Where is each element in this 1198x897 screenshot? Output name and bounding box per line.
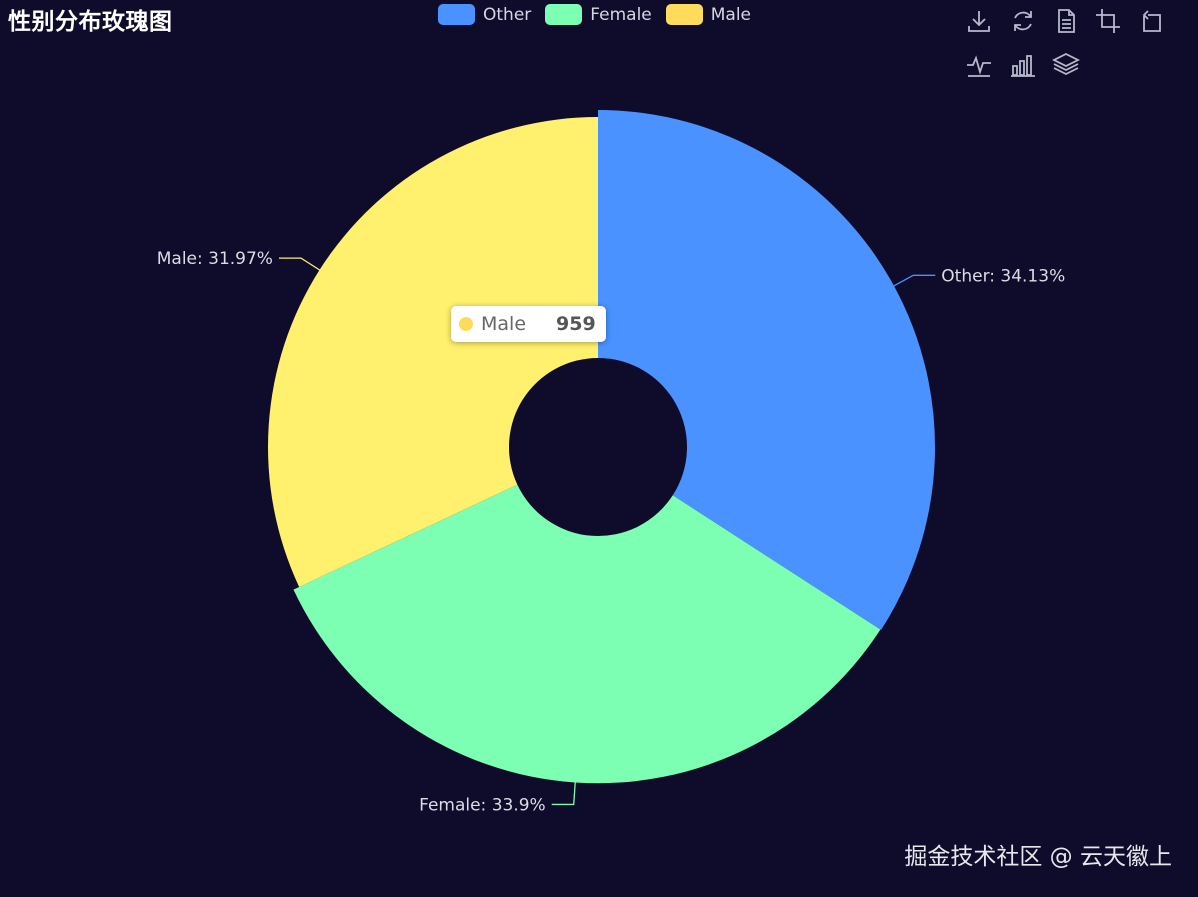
slice-label-other: Other: 34.13% <box>941 266 1065 286</box>
label-line-female <box>551 780 576 806</box>
chart-canvas: 性别分布玫瑰图 Other Female Male Other: 34.13% … <box>0 0 1198 897</box>
tooltip-marker <box>459 317 473 331</box>
label-line-other <box>891 274 936 288</box>
tooltip-value: 959 <box>556 313 596 335</box>
pie-chart: Other: 34.13% Female: 33.9% Male: 31.97% <box>157 110 1065 815</box>
watermark: 掘金技术社区 @ 云天徽上 <box>904 844 1172 870</box>
tooltip-name: Male <box>481 313 527 335</box>
label-line-male <box>278 257 322 272</box>
tooltip: Male 959 <box>451 306 606 342</box>
pie-slice-male[interactable] <box>267 117 598 587</box>
slice-label-male: Male: 31.97% <box>157 249 273 269</box>
slice-label-female: Female: 33.9% <box>419 795 546 815</box>
